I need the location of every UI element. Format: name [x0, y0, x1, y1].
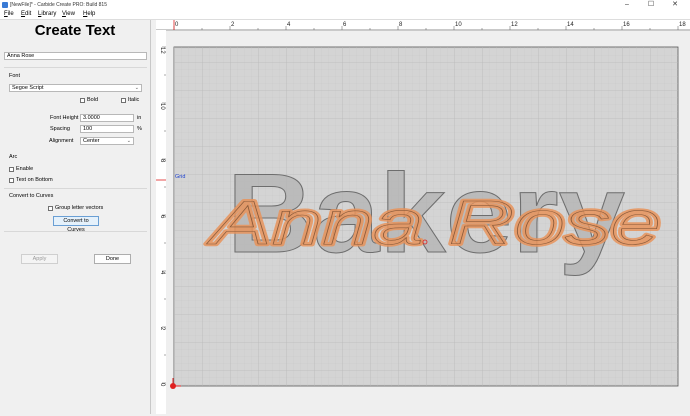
menu-view[interactable]: View	[62, 10, 75, 19]
top-ruler-label: 6	[343, 22, 347, 28]
chevron-down-icon: ⌄	[134, 85, 139, 91]
minimize-button[interactable]: –	[618, 0, 636, 10]
text-on-bottom-checkbox[interactable]	[9, 178, 14, 183]
menu-library[interactable]: Library	[38, 10, 56, 19]
top-ruler-label: 18	[679, 22, 686, 28]
top-ruler-label: 16	[623, 22, 630, 28]
top-ruler: 0 2 4 6 8 10 12 14 16 18	[156, 20, 690, 31]
anna-rose-script-centerline: Anna Rose	[205, 189, 661, 258]
left-ruler-label: 12	[159, 47, 165, 54]
grid-label: Grid	[175, 174, 185, 180]
top-ruler-label: 0	[175, 22, 179, 28]
left-ruler-ticks: 12 10 8 6 4 2 0	[156, 46, 166, 387]
arc-enable-label: Enable	[16, 166, 34, 172]
convert-to-curves-button[interactable]: Convert to Curves	[53, 216, 99, 233]
alignment-label: Alignment	[49, 138, 74, 144]
left-ruler-label: 4	[159, 271, 165, 275]
top-ruler-label: 10	[455, 22, 462, 28]
font-height-input[interactable]: 3.0000	[80, 114, 134, 122]
menu-edit[interactable]: Edit	[21, 10, 31, 19]
done-button[interactable]: Done	[94, 254, 131, 264]
app-icon	[2, 2, 8, 8]
menu-bar: File Edit Library View Help	[0, 10, 690, 20]
spacing-unit: %	[137, 126, 142, 132]
font-height-label: Font Height	[50, 115, 79, 121]
arc-section-label: Arc	[9, 154, 18, 160]
canvas-svg[interactable]: Grid Bakery Anna Rose Anna Rose	[166, 31, 690, 414]
top-ruler-label: 4	[287, 22, 291, 28]
spacing-input[interactable]: 100	[80, 125, 134, 133]
separator	[4, 231, 147, 232]
convert-section-label: Convert to Curves	[9, 193, 54, 199]
menu-help[interactable]: Help	[83, 10, 95, 19]
group-vectors-checkbox[interactable]	[48, 206, 53, 211]
window-title: [NewFile]* - Carbide Create PRO: Build 8…	[10, 2, 107, 8]
design-canvas[interactable]: Grid Bakery Anna Rose Anna Rose	[166, 31, 690, 414]
left-ruler-label: 6	[159, 215, 165, 219]
left-ruler-label: 8	[159, 159, 165, 163]
left-ruler-label: 2	[159, 327, 165, 331]
left-ruler-label: 0	[159, 383, 165, 387]
alignment-select-value: Center	[83, 138, 100, 144]
font-section-label: Font	[9, 73, 21, 79]
top-ruler-label: 2	[231, 22, 235, 28]
apply-button[interactable]: Apply	[21, 254, 58, 264]
menu-file[interactable]: File	[4, 10, 14, 19]
top-ruler-label: 12	[511, 22, 518, 28]
alignment-select[interactable]: Center ⌄	[80, 137, 134, 145]
chevron-down-icon: ⌄	[126, 138, 131, 144]
group-vectors-label: Group letter vectors	[55, 205, 104, 211]
top-ruler-label: 14	[567, 22, 574, 28]
panel-title: Create Text	[34, 22, 116, 39]
close-button[interactable]: ✕	[666, 0, 684, 10]
maximize-button[interactable]: ☐	[642, 0, 660, 10]
arc-enable-checkbox[interactable]	[9, 167, 14, 172]
spacing-label: Spacing	[50, 126, 70, 132]
top-ruler-label: 8	[399, 22, 403, 28]
title-bar: [NewFile]* - Carbide Create PRO: Build 8…	[0, 0, 690, 10]
bold-checkbox[interactable]	[80, 98, 85, 103]
top-ruler-ticks: 0 2 4 6 8 10 12 14 16 18	[156, 20, 690, 30]
italic-checkbox[interactable]	[121, 98, 126, 103]
font-select-value: Segoe Script	[12, 85, 44, 91]
separator	[4, 67, 147, 68]
text-input[interactable]: Anna Rose	[4, 52, 147, 60]
font-height-unit: in	[137, 115, 142, 121]
text-on-bottom-label: Text on Bottom	[16, 177, 53, 183]
separator	[4, 188, 147, 189]
bold-label: Bold	[87, 97, 99, 103]
left-ruler-label: 10	[159, 103, 165, 110]
font-select[interactable]: Segoe Script ⌄	[9, 84, 142, 92]
italic-label: Italic	[128, 97, 140, 103]
create-text-panel: Create Text Anna Rose Font Segoe Script …	[0, 20, 151, 414]
